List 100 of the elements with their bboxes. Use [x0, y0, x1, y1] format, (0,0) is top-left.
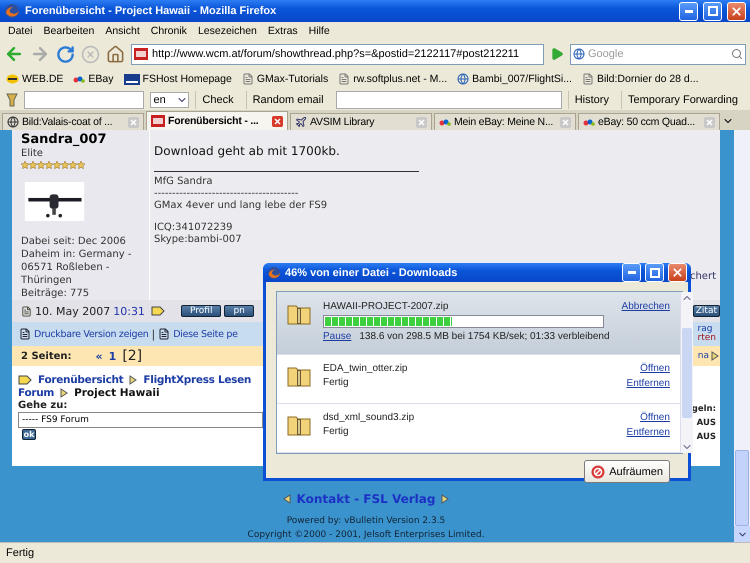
minimize-button[interactable]: [622, 263, 641, 282]
bookmark[interactable]: EBay: [73, 73, 114, 85]
action-link[interactable]: Entfernen: [626, 378, 670, 389]
forum-select[interactable]: ----- FS9 Forum: [18, 412, 263, 428]
user-info: Daheim in: Germany -: [21, 249, 132, 261]
menu-item[interactable]: Hilfe: [308, 25, 330, 37]
window-title: Forenübersicht - Project Hawaii - Mozilla Firefox: [25, 5, 278, 17]
action-link[interactable]: Öffnen: [640, 362, 670, 374]
bookmark[interactable]: FSHost Homepage: [124, 73, 232, 85]
post-button[interactable]: pn: [224, 305, 254, 317]
back-icon[interactable]: [4, 44, 24, 64]
clear-icon: [591, 464, 606, 478]
menu-item[interactable]: Bearbeiten: [44, 25, 94, 37]
powered-by-text: Powered by: vBulletin Version 2.3.5: [286, 516, 446, 526]
page-icon: [582, 73, 594, 85]
user-info: Beiträge: 775: [21, 288, 90, 300]
menu-item[interactable]: Chronik: [150, 25, 187, 37]
user-info: Thüringen: [21, 275, 73, 287]
reload-icon[interactable]: [56, 44, 75, 64]
text-field[interactable]: [336, 91, 562, 109]
close-button[interactable]: [668, 263, 687, 282]
partial-text: AUS: [696, 431, 716, 444]
breadcrumb-link[interactable]: Forenübersicht: [38, 374, 124, 386]
browser-tab[interactable]: eBay: 50 ccm Quad...: [578, 113, 720, 130]
bookmark[interactable]: WEB.DE: [6, 73, 64, 85]
scrollbar[interactable]: [734, 130, 750, 542]
text-field[interactable]: [24, 91, 144, 109]
action-link[interactable]: Abbrechen: [622, 301, 670, 312]
user-info: 06571 Roßleben -: [21, 262, 110, 274]
globe-icon: [457, 73, 470, 85]
copyright-text: Copyright ©2000 - 2001, Jelsoft Enterprises Limited.: [248, 530, 484, 540]
page-link[interactable]: [2]: [122, 348, 142, 364]
page-link[interactable]: 1: [108, 350, 116, 362]
right-arrow-icon: [711, 351, 719, 361]
send-link[interactable]: Diese Seite pe: [173, 328, 238, 340]
signature-text: MfG Sandra: [154, 176, 214, 188]
scroll-thumb[interactable]: [682, 328, 692, 418]
window-title: 46% von einer Datei - Downloads: [285, 266, 458, 278]
clear-button[interactable]: Aufräumen: [584, 460, 670, 483]
toolbar-button[interactable]: History: [568, 91, 615, 109]
partial-link[interactable]: na: [698, 351, 709, 361]
search-engine-icon: [573, 48, 585, 60]
scroll-down-button[interactable]: [734, 526, 750, 542]
globe-icon: [7, 116, 19, 128]
pause-link[interactable]: Pause: [323, 331, 352, 342]
url-field[interactable]: http://www.wcm.at/forum/showthread.php?s=&postid=2122117#post212211: [131, 44, 544, 64]
bookmark[interactable]: GMax-Tutorials: [242, 73, 328, 85]
toolbar-button[interactable]: Random email: [246, 91, 330, 109]
maximize-button[interactable]: [645, 263, 664, 282]
right-arrow-icon: [129, 375, 138, 385]
browser-tab[interactable]: Bild:Valais-coat of ...: [2, 113, 144, 130]
action-link[interactable]: Entfernen: [626, 426, 670, 438]
bookmark[interactable]: rw.softplus.net - M...: [338, 73, 448, 85]
minimize-icon: [628, 271, 636, 274]
post-text: Download geht ab mit 1700kb.: [154, 144, 341, 158]
minimize-button[interactable]: [679, 2, 698, 20]
go-icon[interactable]: [550, 47, 564, 61]
page-icon: [21, 306, 32, 316]
first-page-link[interactable]: «: [96, 350, 103, 362]
bookmark[interactable]: Bambi_007/FlightSi...: [457, 73, 572, 85]
partial-text: geln:: [692, 403, 716, 416]
forward-icon[interactable]: [30, 44, 50, 64]
ok-button[interactable]: ok: [22, 429, 36, 440]
partial-text: rten: [698, 334, 716, 343]
browser-tab[interactable]: AVSIM Library: [290, 113, 432, 130]
menu-item[interactable]: Lesezeichen: [198, 25, 257, 37]
file-name: HAWAII-PROJECT-2007.zip: [323, 301, 450, 312]
menu-item[interactable]: Datei: [8, 25, 33, 37]
scroll-thumb[interactable]: [735, 450, 749, 526]
menu-item[interactable]: Extras: [268, 25, 298, 37]
browser-tab[interactable]: Mein eBay: Meine N...: [434, 113, 576, 130]
breadcrumb-link[interactable]: FlightXpress Lesen: [143, 374, 252, 386]
home-icon[interactable]: [106, 44, 125, 64]
close-button[interactable]: [727, 2, 746, 20]
tab-close-icon[interactable]: [272, 116, 283, 126]
menu-item[interactable]: Ansicht: [105, 25, 140, 37]
post-date: 10. May 2007: [35, 304, 110, 318]
print-link[interactable]: Druckbare Version zeigen: [34, 328, 149, 340]
language-select[interactable]: en: [150, 92, 190, 108]
action-link[interactable]: Öffnen: [640, 412, 670, 423]
site-icon: [151, 115, 165, 127]
toolbar-button[interactable]: Check: [195, 91, 240, 109]
scrollbar[interactable]: [680, 292, 693, 453]
user-info: Dabei seit: Dec 2006: [21, 236, 127, 248]
maximize-icon: [708, 6, 718, 16]
page-icon: [242, 73, 254, 85]
post-button[interactable]: Profil: [181, 305, 222, 317]
bookmark-icon: [6, 74, 19, 84]
toolbar-button[interactable]: Temporary Forwarding: [620, 91, 744, 109]
download-item[interactable]: HAWAII-PROJECT-2007.zip Pause 138.6 von 298.5 MB bei 1754 KB/sek; 01:33 verbleibend Abbrechen: [277, 292, 680, 355]
quote-button[interactable]: Zitat: [692, 305, 720, 317]
plane-icon: [295, 116, 307, 128]
maximize-button[interactable]: [703, 2, 722, 20]
browser-tab[interactable]: Forenübersicht - ...: [146, 111, 288, 130]
right-arrow-icon: [60, 388, 68, 398]
separator: |: [152, 328, 156, 340]
search-icon[interactable]: [731, 48, 743, 60]
bookmark[interactable]: Bild:Dornier do 28 d...: [582, 73, 699, 85]
user-rank: Elite: [21, 148, 44, 160]
breadcrumb-link[interactable]: Forum: [18, 387, 54, 399]
